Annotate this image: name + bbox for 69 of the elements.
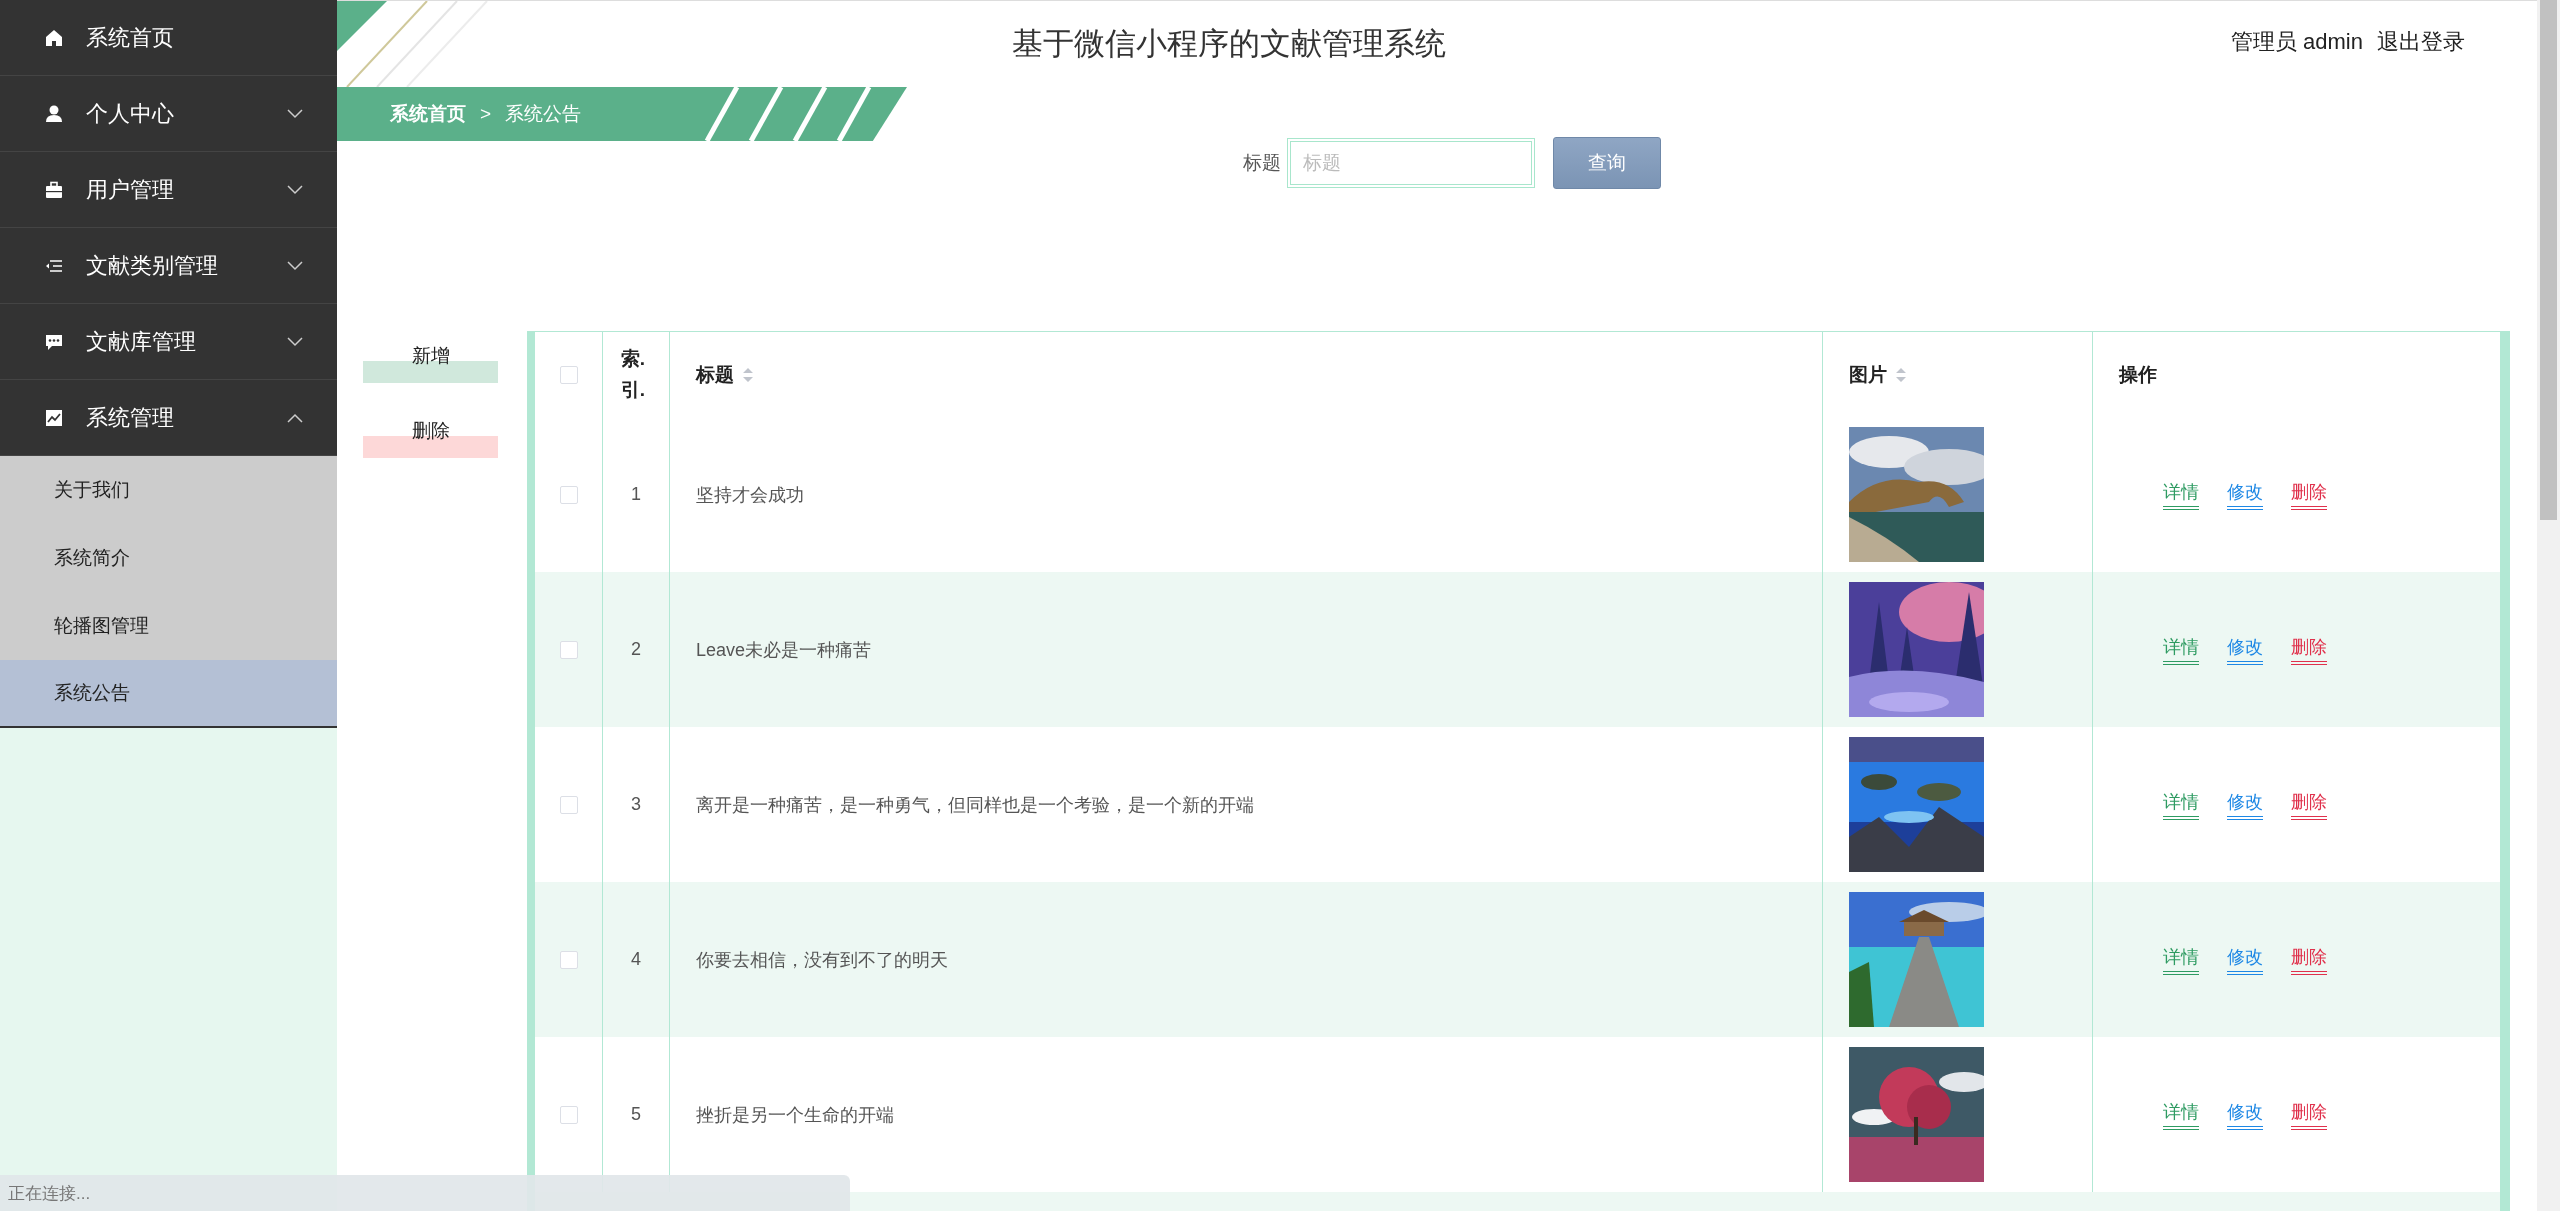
- delete-link[interactable]: 删除: [2291, 789, 2327, 820]
- briefcase-icon: [44, 179, 64, 200]
- delete-link[interactable]: 删除: [2291, 1099, 2327, 1130]
- table-cell-text: 挫折是另一个生命的开端: [696, 1103, 894, 1127]
- search-field[interactable]: 标题: [1287, 138, 1535, 188]
- sort-icon[interactable]: [742, 366, 754, 383]
- row-checkbox[interactable]: [559, 485, 578, 504]
- detail-link[interactable]: 详情: [2163, 944, 2199, 975]
- table-cell: 3: [631, 794, 641, 815]
- submenu-item[interactable]: 关于我们: [0, 456, 337, 524]
- scrollbar-thumb[interactable]: [2540, 0, 2557, 520]
- edit-link[interactable]: 修改: [2227, 634, 2263, 665]
- edit-link[interactable]: 修改: [2227, 479, 2263, 510]
- sidebar-item[interactable]: 个人中心: [0, 76, 337, 152]
- table-cell: 5: [631, 1104, 641, 1125]
- sort-icon[interactable]: [1895, 366, 1907, 383]
- home-icon: [44, 27, 64, 48]
- delete-link[interactable]: 删除: [2291, 634, 2327, 665]
- user-label: 管理员 admin: [2230, 28, 2363, 56]
- user-icon: [44, 103, 64, 124]
- table-cell-text: Leave未必是一种痛苦: [696, 638, 872, 662]
- column-header: 索.引.: [620, 347, 647, 402]
- table-cell-text: 离开是一种痛苦，是一种勇气，但同样也是一个考验，是一个新的开端: [696, 793, 1254, 817]
- select-all-checkbox[interactable]: [559, 365, 578, 384]
- column-header: 操作: [2119, 362, 2157, 387]
- add-button[interactable]: 新增: [363, 343, 498, 383]
- breadcrumb-link[interactable]: 系统首页: [390, 101, 466, 127]
- submenu-item[interactable]: 系统公告: [0, 660, 337, 728]
- table-cell: 1: [631, 484, 641, 505]
- sidebar-item[interactable]: 系统管理: [0, 380, 337, 456]
- chevron-icon: [287, 184, 303, 195]
- breadcrumb-separator: >: [480, 103, 492, 125]
- detail-link[interactable]: 详情: [2163, 789, 2199, 820]
- delete-link[interactable]: 删除: [2291, 479, 2327, 510]
- column-header: 图片: [1849, 362, 1887, 387]
- detail-link[interactable]: 详情: [2163, 634, 2199, 665]
- table-cell: 2: [631, 639, 641, 660]
- edit-link[interactable]: 修改: [2227, 1099, 2263, 1130]
- edit-link[interactable]: 修改: [2227, 944, 2263, 975]
- sidebar-item[interactable]: 文献类别管理: [0, 228, 337, 304]
- table-cell-text: 坚持才会成功: [696, 483, 804, 507]
- app-title: 基于微信小程序的文献管理系统: [1012, 25, 1446, 63]
- delete-link[interactable]: 删除: [2291, 944, 2327, 975]
- sidebar-item[interactable]: 用户管理: [0, 152, 337, 228]
- search-button[interactable]: 查询: [1553, 137, 1661, 189]
- search-label: 标题: [1243, 151, 1281, 175]
- column-header: 标题: [696, 362, 734, 387]
- chevron-icon: [287, 336, 303, 347]
- logout-link[interactable]: 退出登录: [2377, 27, 2465, 57]
- table-cell: 4: [631, 949, 641, 970]
- row-checkbox[interactable]: [559, 640, 578, 659]
- edit-link[interactable]: 修改: [2227, 789, 2263, 820]
- chevron-icon: [287, 108, 303, 119]
- breadcrumb-current: 系统公告: [505, 102, 582, 126]
- detail-link[interactable]: 详情: [2163, 479, 2199, 510]
- sidebar-item[interactable]: 系统首页: [0, 0, 337, 76]
- table-cell-text: 你要去相信，没有到不了的明天: [696, 948, 948, 972]
- delete-button[interactable]: 删除: [363, 418, 498, 458]
- chevron-icon: [287, 260, 303, 271]
- status-bar: 正在连接...: [0, 1175, 850, 1211]
- detail-link[interactable]: 详情: [2163, 1099, 2199, 1130]
- submenu-item[interactable]: 轮播图管理: [0, 592, 337, 660]
- submenu-item[interactable]: 系统简介: [0, 524, 337, 592]
- chart-icon: [44, 407, 64, 428]
- row-checkbox[interactable]: [559, 950, 578, 969]
- row-checkbox[interactable]: [559, 1105, 578, 1124]
- sidebar-item[interactable]: 文献库管理: [0, 304, 337, 380]
- row-checkbox[interactable]: [559, 795, 578, 814]
- chevron-icon: [287, 412, 303, 423]
